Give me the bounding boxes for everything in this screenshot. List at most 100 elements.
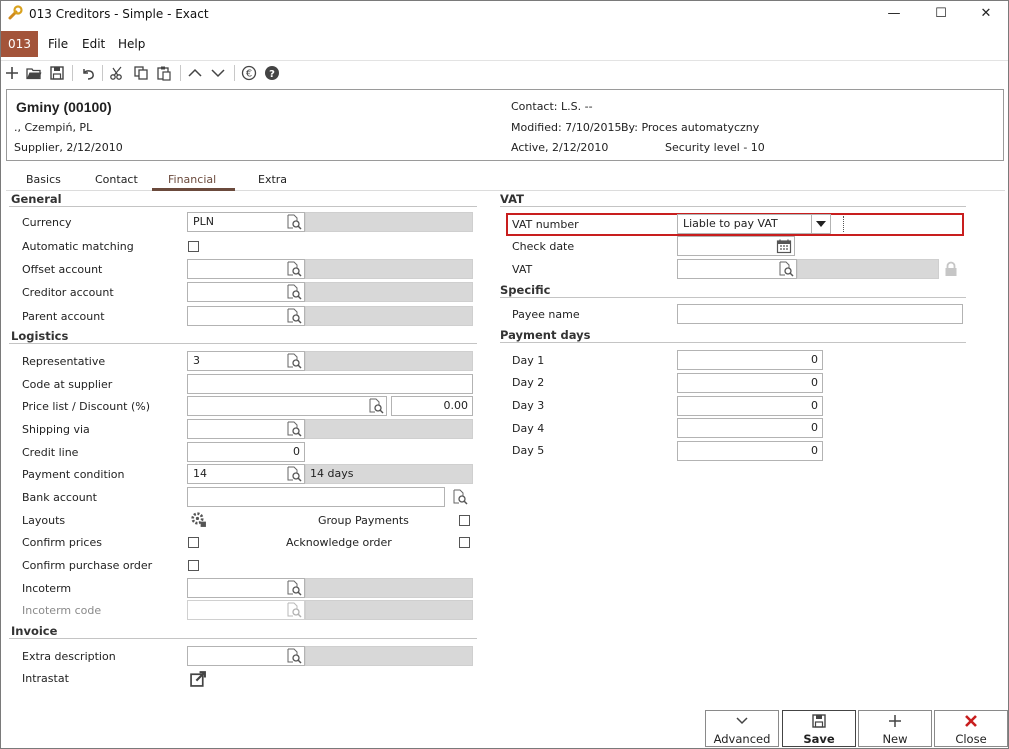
price-list-input[interactable] <box>187 396 387 416</box>
incoterm-label: Incoterm <box>22 582 72 595</box>
help-icon[interactable]: ? <box>262 63 282 83</box>
offset-account-description <box>305 259 473 279</box>
code-at-supplier-input[interactable] <box>187 374 473 394</box>
maximize-button[interactable]: ☐ <box>918 1 964 27</box>
lookup-icon[interactable] <box>286 284 302 300</box>
lookup-icon[interactable] <box>286 466 302 482</box>
payee-name-input[interactable] <box>677 304 963 324</box>
window-title: 013 Creditors - Simple - Exact <box>29 7 209 21</box>
lookup-icon[interactable] <box>778 261 794 277</box>
section-invoice: Invoice <box>11 624 58 638</box>
parent-account-label: Parent account <box>22 310 105 323</box>
record-address: ., Czempiń, PL <box>14 121 93 134</box>
section-general: General <box>11 192 62 206</box>
close-label: Close <box>955 732 987 746</box>
tab-financial[interactable]: Financial <box>168 173 216 186</box>
chevron-up-icon[interactable] <box>185 63 205 83</box>
day-1-input[interactable]: 0 <box>677 350 823 370</box>
menu-bar: 013 File Edit Help <box>1 31 1008 57</box>
svg-text:?: ? <box>269 69 275 80</box>
section-specific: Specific <box>500 283 551 297</box>
undo-icon[interactable] <box>78 63 98 83</box>
day-1-label: Day 1 <box>512 354 545 367</box>
minimize-button[interactable]: — <box>871 1 917 27</box>
acknowledge-order-checkbox[interactable] <box>459 537 470 548</box>
open-folder-icon[interactable] <box>24 63 44 83</box>
close-window-button[interactable]: ✕ <box>963 1 1009 27</box>
group-payments-label: Group Payments <box>318 514 409 527</box>
payment-condition-label: Payment condition <box>22 468 125 481</box>
check-date-label: Check date <box>512 240 575 253</box>
add-icon[interactable] <box>2 63 22 83</box>
vat-number-select[interactable]: Liable to pay VAT <box>677 214 831 234</box>
chevron-down-icon[interactable] <box>208 63 228 83</box>
new-label: New <box>882 732 908 746</box>
vat-number-label: VAT number <box>512 218 579 231</box>
record-modified-by: By: Proces automatyczny <box>621 121 760 134</box>
svg-text:€: € <box>246 69 252 80</box>
tab-basics[interactable]: Basics <box>26 173 61 186</box>
gear-icon[interactable] <box>190 511 207 528</box>
tab-extra[interactable]: Extra <box>258 173 287 186</box>
lookup-icon[interactable] <box>452 489 468 505</box>
save-label: Save <box>803 732 835 746</box>
day-5-input[interactable]: 0 <box>677 441 823 461</box>
group-payments-checkbox[interactable] <box>459 515 470 526</box>
layouts-label: Layouts <box>22 514 66 527</box>
confirm-po-checkbox[interactable] <box>188 560 199 571</box>
credit-line-label: Credit line <box>22 446 79 459</box>
wrench-icon <box>8 5 23 20</box>
lookup-icon[interactable] <box>286 261 302 277</box>
paste-icon[interactable] <box>154 63 174 83</box>
calendar-icon[interactable] <box>776 238 792 254</box>
incoterm-description <box>305 578 473 598</box>
discount-input[interactable]: 0.00 <box>391 396 473 416</box>
record-contact: Contact: L.S. -- <box>511 100 593 113</box>
copy-icon[interactable] <box>131 63 151 83</box>
new-button[interactable]: New <box>858 710 932 747</box>
shipping-via-label: Shipping via <box>22 423 90 436</box>
shipping-via-description <box>305 419 473 439</box>
day-2-input[interactable]: 0 <box>677 373 823 393</box>
lookup-icon[interactable] <box>286 308 302 324</box>
record-header: Gminy (00100) ., Czempiń, PL Supplier, 2… <box>6 89 1004 161</box>
lookup-icon[interactable] <box>286 214 302 230</box>
dropdown-button[interactable] <box>811 215 830 233</box>
confirm-prices-checkbox[interactable] <box>188 537 199 548</box>
lookup-icon <box>287 602 302 618</box>
representative-label: Representative <box>22 355 106 368</box>
lookup-icon[interactable] <box>286 648 302 664</box>
currency-label: Currency <box>22 216 72 229</box>
save-icon <box>812 714 826 728</box>
day-3-input[interactable]: 0 <box>677 396 823 416</box>
open-external-icon[interactable] <box>190 670 207 687</box>
toolbar: € ? <box>1 60 1008 86</box>
lookup-icon[interactable] <box>286 353 302 369</box>
automatic-matching-label: Automatic matching <box>22 240 134 253</box>
tab-contact[interactable]: Contact <box>95 173 138 186</box>
save-icon[interactable] <box>47 63 67 83</box>
menu-help[interactable]: Help <box>118 37 145 51</box>
price-list-label: Price list / Discount (%) <box>22 400 151 413</box>
menu-file[interactable]: File <box>48 37 68 51</box>
extra-description-label: Extra description <box>22 650 116 663</box>
credit-line-input[interactable]: 0 <box>187 442 305 462</box>
vat-label: VAT <box>512 263 533 276</box>
close-button[interactable]: Close <box>934 710 1008 747</box>
automatic-matching-checkbox[interactable] <box>188 241 199 252</box>
plus-icon <box>889 715 901 727</box>
lookup-icon[interactable] <box>286 421 302 437</box>
chevron-down-icon <box>736 717 748 725</box>
payment-condition-description: 14 days <box>305 464 473 484</box>
advanced-button[interactable]: Advanced <box>705 710 779 747</box>
menu-edit[interactable]: Edit <box>82 37 105 51</box>
lookup-icon[interactable] <box>286 580 302 596</box>
lookup-icon[interactable] <box>368 398 384 414</box>
bank-account-input[interactable] <box>187 487 445 507</box>
company-badge[interactable]: 013 <box>1 31 38 57</box>
euro-icon[interactable]: € <box>239 63 259 83</box>
day-4-input[interactable]: 0 <box>677 418 823 438</box>
day-3-label: Day 3 <box>512 399 545 412</box>
save-button[interactable]: Save <box>782 710 856 747</box>
cut-icon[interactable] <box>107 63 127 83</box>
